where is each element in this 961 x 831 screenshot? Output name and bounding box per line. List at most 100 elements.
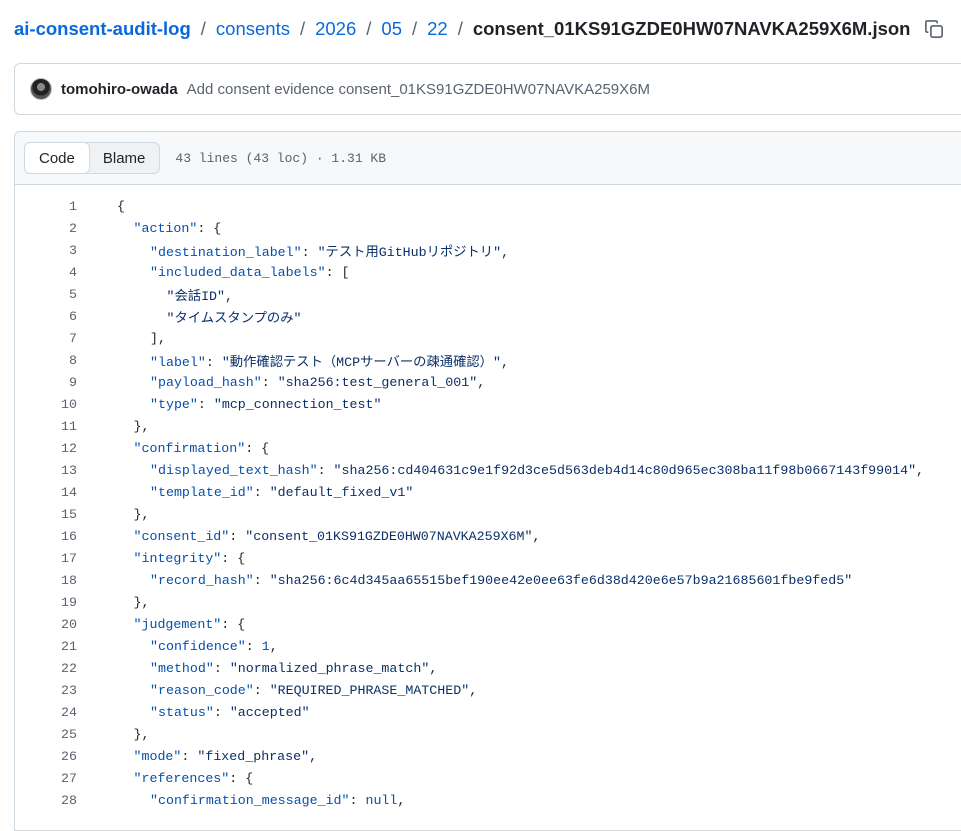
code-line: 14 "template_id": "default_fixed_v1" [15,481,961,503]
code-tab-button[interactable]: Code [24,142,90,174]
json-punctuation: , [269,638,278,654]
line-number[interactable]: 22 [15,661,77,676]
line-number[interactable]: 26 [15,749,77,764]
code-line: 13 "displayed_text_hash": "sha256:cd40463… [15,459,961,481]
breadcrumb-separator: / [457,18,463,39]
line-number[interactable]: 24 [15,705,77,720]
code-line: 1{ [15,195,961,217]
code-line: 23 "reason_code": "REQUIRED_PHRASE_MATCHE… [15,679,961,701]
line-number[interactable]: 16 [15,529,77,544]
code-text: }, [77,727,150,742]
code-text: "payload_hash": "sha256:test_general_001… [77,375,485,390]
file-header: Code Blame 43 lines (43 loc) · 1.31 KB [15,132,961,185]
file-viewer: Code Blame 43 lines (43 loc) · 1.31 KB 1… [14,131,961,831]
code-text: "confidence": 1, [77,639,278,654]
breadcrumb-year-link[interactable]: 2026 [315,18,356,40]
code-line: 17 "integrity": { [15,547,961,569]
json-key: "confirmation_message_id" [150,792,350,808]
breadcrumb-month-link[interactable]: 05 [381,18,402,40]
code-text: "status": "accepted" [77,705,310,720]
line-number[interactable]: 10 [15,397,77,412]
copy-icon[interactable] [924,19,944,39]
line-number[interactable]: 20 [15,617,77,632]
line-number[interactable]: 13 [15,463,77,478]
breadcrumb-separator: / [299,18,306,39]
json-punctuation: : [245,638,262,654]
json-key: "reason_code" [150,682,254,698]
code-line: 27 "references": { [15,767,961,789]
code-text: "type": "mcp_connection_test" [77,397,381,412]
json-key: "record_hash" [150,572,254,588]
commit-author-link[interactable]: tomohiro-owada [61,81,178,98]
line-number[interactable]: 15 [15,507,77,522]
code-line: 8 "label": "動作確認テスト（MCPサーバーの疎通確認）", [15,349,961,371]
json-key: "judgement" [133,616,222,632]
json-string: "sha256:6c4d345aa65515bef190ee42e0ee63fe… [269,572,853,588]
code-text: "judgement": { [77,616,246,632]
code-text: "label": "動作確認テスト（MCPサーバーの疎通確認）", [77,351,509,370]
json-string: "default_fixed_v1" [269,484,414,500]
code-text: ], [77,331,166,346]
latest-commit-bar: tomohiro-owada Add consent evidence cons… [14,63,961,115]
code-line: 24 "status": "accepted" [15,701,961,723]
line-number[interactable]: 1 [15,199,77,214]
line-number[interactable]: 7 [15,331,77,346]
line-number[interactable]: 3 [15,243,77,258]
code-line: 26 "mode": "fixed_phrase", [15,745,961,767]
json-string: "sha256:cd404631c9e1f92d3ce5d563deb4d14c… [333,462,917,478]
json-punctuation: : [181,748,198,764]
json-punctuation: , [309,748,318,764]
json-punctuation: : { [197,220,222,236]
line-number[interactable]: 4 [15,265,77,280]
json-punctuation: : { [221,616,246,632]
line-number[interactable]: 18 [15,573,77,588]
json-punctuation: , [916,462,925,478]
json-punctuation: : [213,704,230,720]
json-punctuation: : [349,792,366,808]
line-number[interactable]: 17 [15,551,77,566]
code-text: "displayed_text_hash": "sha256:cd404631c… [77,463,924,478]
code-text: }, [77,419,150,434]
line-number[interactable]: 23 [15,683,77,698]
code-text: "references": { [77,771,254,786]
line-number[interactable]: 9 [15,375,77,390]
json-punctuation: : [253,572,270,588]
code-area[interactable]: 1{2 "action": {3 "destination_label": "テスト… [15,185,961,811]
breadcrumb-repo-link[interactable]: ai-consent-audit-log [14,18,191,40]
json-punctuation: : [253,682,270,698]
json-punctuation: , [469,682,478,698]
line-number[interactable]: 19 [15,595,77,610]
line-number[interactable]: 21 [15,639,77,654]
breadcrumb-file-name: consent_01KS91GZDE0HW07NAVKA259X6M.json [472,18,911,39]
code-line: 15}, [15,503,961,525]
line-number[interactable]: 6 [15,309,77,324]
view-mode-toggle: Code Blame [24,142,161,174]
avatar[interactable] [30,78,52,100]
line-number[interactable]: 14 [15,485,77,500]
line-number[interactable]: 12 [15,441,77,456]
line-number[interactable]: 8 [15,353,77,368]
line-number[interactable]: 25 [15,727,77,742]
code-line: 6 "タイムスタンプのみ" [15,305,961,327]
json-key: "method" [150,660,214,676]
line-number[interactable]: 5 [15,287,77,302]
json-punctuation: : [301,244,318,260]
json-string: "会話ID" [166,288,226,304]
json-punctuation: : { [245,440,270,456]
breadcrumb-consents-link[interactable]: consents [216,18,290,40]
line-number[interactable]: 2 [15,221,77,236]
breadcrumb: ai-consent-audit-log / consents / 2026 /… [14,15,944,43]
code-line: 2 "action": { [15,217,961,239]
code-line: 22 "method": "normalized_phrase_match", [15,657,961,679]
commit-message-link[interactable]: Add consent evidence consent_01KS91GZDE0… [187,81,650,98]
json-string: "consent_01KS91GZDE0HW07NAVKA259X6M" [245,528,533,544]
blame-tab-button[interactable]: Blame [89,143,160,173]
line-number[interactable]: 27 [15,771,77,786]
file-meta: 43 lines (43 loc) · 1.31 KB [175,150,387,166]
code-line: 19}, [15,591,961,613]
json-punctuation: ], [150,330,166,346]
line-number[interactable]: 28 [15,793,77,808]
line-number[interactable]: 11 [15,419,77,434]
breadcrumb-day-link[interactable]: 22 [427,18,448,40]
code-line: 9 "payload_hash": "sha256:test_general_00… [15,371,961,393]
